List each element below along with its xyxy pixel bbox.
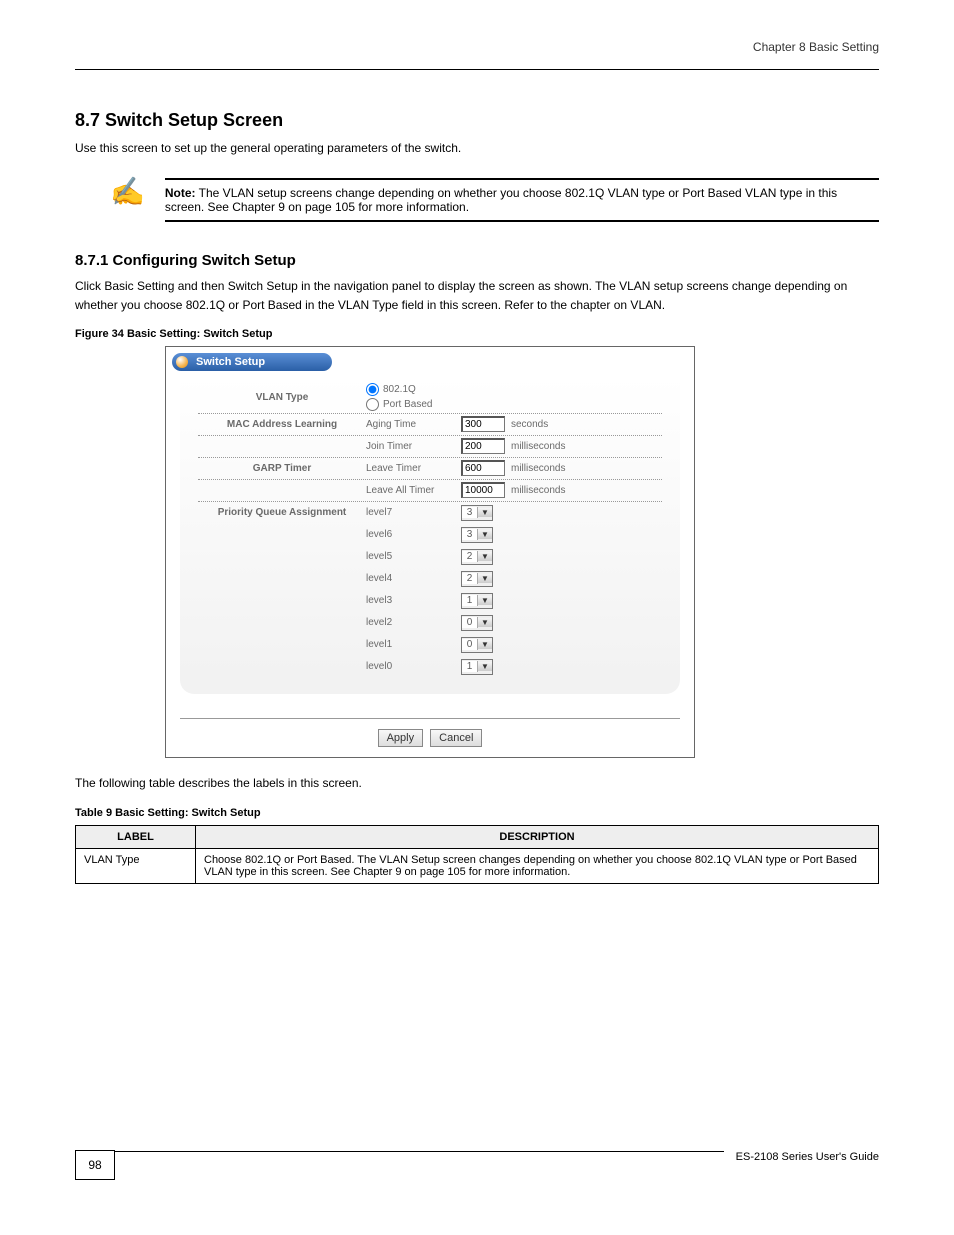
level3-select[interactable]: 1▼ [461,593,493,609]
aging-time-label: Aging Time [366,419,461,430]
footer-text: ES-2108 Series User's Guide [736,1151,879,1163]
table-intro: The following table describes the labels… [75,774,879,793]
apply-button[interactable]: Apply [378,729,424,747]
header-chapter: Chapter 8 Basic Setting [753,40,879,54]
vlan-portbased-text: Port Based [383,399,432,410]
chevron-down-icon: ▼ [478,618,492,627]
leave-timer-label: Leave Timer [366,463,461,474]
level4-select[interactable]: 2▼ [461,571,493,587]
mac-learning-label: MAC Address Learning [198,419,366,430]
table-caption: Table 9 Basic Setting: Switch Setup [75,807,879,819]
page-header: Chapter 8 Basic Setting [75,20,879,70]
note-text: The VLAN setup screens change depending … [165,186,837,214]
leave-timer-input[interactable] [461,460,505,476]
level1-select[interactable]: 0▼ [461,637,493,653]
leaveall-unit: milliseconds [511,485,565,496]
level-label-0: level7 [366,507,461,518]
leaveall-timer-label: Leave All Timer [366,485,461,496]
vlan-8021q-text: 802.1Q [383,384,416,395]
vlan-portbased-radio[interactable] [366,398,379,411]
vlan-8021q-radio[interactable] [366,383,379,396]
page-footer: 98 ES-2108 Series User's Guide [75,1150,879,1180]
join-timer-label: Join Timer [366,441,461,452]
td-desc: Choose 802.1Q or Port Based. The VLAN Se… [196,848,879,883]
aging-time-input[interactable] [461,416,505,432]
level2-select[interactable]: 0▼ [461,615,493,631]
section-para: Use this screen to set up the general op… [75,139,879,158]
panel-titlebar: Switch Setup [172,353,332,371]
section-heading: 8.7 Switch Setup Screen [75,110,879,131]
chevron-down-icon: ▼ [478,640,492,649]
switch-setup-panel: Switch Setup VLAN Type 802.1Q Port Based [165,346,695,758]
chevron-down-icon: ▼ [478,596,492,605]
join-timer-input[interactable] [461,438,505,454]
garp-timer-label: GARP Timer [198,463,366,474]
leave-unit: milliseconds [511,463,565,474]
chevron-down-icon: ▼ [478,662,492,671]
level7-select[interactable]: 3 ▼ [461,505,493,521]
level-label-2: level5 [366,551,461,562]
leaveall-timer-input[interactable] [461,482,505,498]
cancel-button[interactable]: Cancel [430,729,482,747]
td-label: VLAN Type [76,848,196,883]
level-label-5: level2 [366,617,461,628]
note-block: ✍ Note: The VLAN setup screens change de… [75,178,879,222]
table-row: VLAN Type Choose 802.1Q or Port Based. T… [76,848,879,883]
aging-unit: seconds [511,419,548,430]
figure-caption: Figure 34 Basic Setting: Switch Setup [75,328,879,340]
page-number: 98 [75,1150,115,1180]
subsection-para: Click Basic Setting and then Switch Setu… [75,277,879,315]
level0-select[interactable]: 1▼ [461,659,493,675]
description-table: LABEL DESCRIPTION VLAN Type Choose 802.1… [75,825,879,884]
level-label-1: level6 [366,529,461,540]
join-unit: milliseconds [511,441,565,452]
chevron-down-icon: ▼ [478,574,492,583]
priority-queue-label: Priority Queue Assignment [198,507,366,518]
chevron-down-icon: ▼ [478,508,492,517]
level5-select[interactable]: 2▼ [461,549,493,565]
vlan-type-label: VLAN Type [198,392,366,403]
chevron-down-icon: ▼ [478,552,492,561]
note-icon: ✍ [110,178,145,206]
level6-select[interactable]: 3▼ [461,527,493,543]
panel-orb-icon [176,356,188,368]
note-label: Note: [165,186,196,200]
level-label-3: level4 [366,573,461,584]
subsection-heading: 8.7.1 Configuring Switch Setup [75,252,879,269]
level-label-7: level0 [366,661,461,672]
level-label-6: level1 [366,639,461,650]
th-label: LABEL [76,825,196,848]
chevron-down-icon: ▼ [478,530,492,539]
th-desc: DESCRIPTION [196,825,879,848]
level-label-4: level3 [366,595,461,606]
panel-title: Switch Setup [196,356,265,368]
